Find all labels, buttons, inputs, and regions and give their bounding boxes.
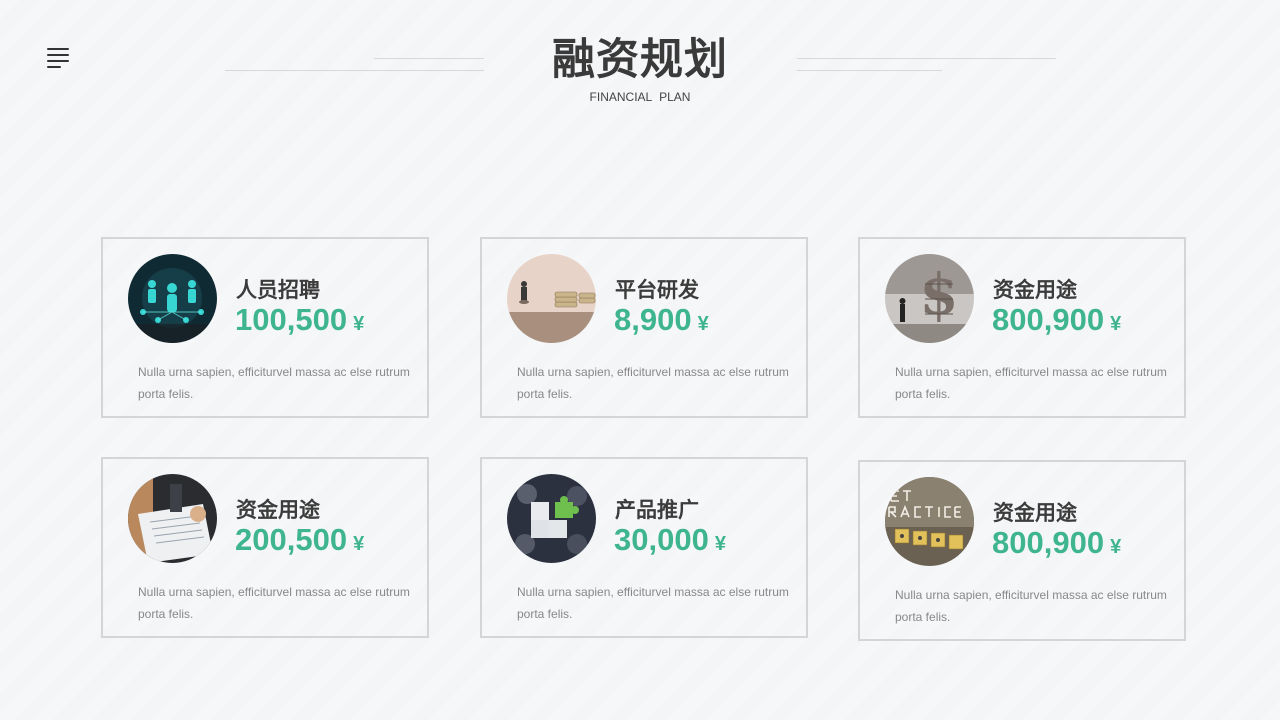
header-line-left-2	[225, 70, 484, 71]
card-title: 资金用途	[993, 279, 1077, 302]
card-description: Nulla urna sapien, efficiturvel massa ac…	[138, 585, 410, 621]
amount-value: 800,900	[992, 302, 1105, 337]
card-description: Nulla urna sapien, efficiturvel massa ac…	[895, 365, 1167, 401]
funding-card-platform-rd: 平台研发 8,900 ¥ Nulla urna sapien, efficitur…	[480, 237, 808, 418]
business-network-image	[128, 254, 217, 343]
card-title: 资金用途	[993, 502, 1077, 525]
amount-value: 8,900	[614, 302, 692, 337]
amount-value: 100,500	[235, 302, 348, 337]
card-title: 资金用途	[236, 499, 320, 522]
card-amount: 800,900 ¥	[992, 302, 1121, 338]
card-title: 产品推广	[615, 499, 699, 522]
currency-symbol: ¥	[1110, 536, 1122, 558]
header-line-right-2	[797, 70, 942, 71]
currency-symbol: ¥	[714, 533, 726, 555]
svg-text:$: $	[920, 262, 959, 328]
currency-symbol: ¥	[353, 533, 365, 555]
card-title: 人员招聘	[236, 279, 320, 302]
card-description: Nulla urna sapien, efficiturvel massa ac…	[138, 365, 410, 401]
card-amount: 800,900 ¥	[992, 525, 1121, 561]
card-description: Nulla urna sapien, efficiturvel massa ac…	[517, 365, 789, 401]
funding-card-recruitment: 人员招聘 100,500 ¥ Nulla urna sapien, efficit…	[101, 237, 429, 418]
card-amount: 200,500 ¥	[235, 522, 364, 558]
card-description: Nulla urna sapien, efficiturvel massa ac…	[895, 588, 1167, 624]
amount-value: 200,500	[235, 522, 348, 557]
card-title: 平台研发	[615, 279, 699, 302]
card-amount: 100,500 ¥	[235, 302, 364, 338]
amount-value: 30,000	[614, 522, 709, 557]
currency-symbol: ¥	[697, 313, 709, 335]
header-line-left-1	[374, 58, 484, 59]
funding-card-promotion: 产品推广 30,000 ¥ Nulla urna sapien, efficitu…	[480, 457, 808, 638]
page-subtitle: FINANCIAL PLAN	[589, 90, 691, 104]
funding-card-fund-use-1: $ 资金用途 800,900 ¥ Nulla urna sapien, effic…	[858, 237, 1186, 418]
funding-card-fund-use-2: 资金用途 200,500 ¥ Nulla urna sapien, efficit…	[101, 457, 429, 638]
team-puzzle-image	[507, 474, 596, 563]
currency-symbol: ¥	[1110, 313, 1122, 335]
contract-signing-image	[128, 474, 217, 563]
coins-miniature-image	[507, 254, 596, 343]
card-amount: 8,900 ¥	[614, 302, 709, 338]
header-line-right-1	[797, 58, 1056, 59]
card-amount: 30,000 ¥	[614, 522, 726, 558]
funding-card-fund-use-3: 资金用途 800,900 ¥ Nulla urna sapien, efficit…	[858, 460, 1186, 641]
amount-value: 800,900	[992, 525, 1105, 560]
best-practice-image	[885, 477, 974, 566]
dollar-sculpture-image: $	[885, 254, 974, 343]
menu-lines-icon[interactable]	[47, 46, 71, 68]
page-title: 融资规划	[552, 36, 728, 84]
card-description: Nulla urna sapien, efficiturvel massa ac…	[517, 585, 789, 621]
currency-symbol: ¥	[353, 313, 365, 335]
